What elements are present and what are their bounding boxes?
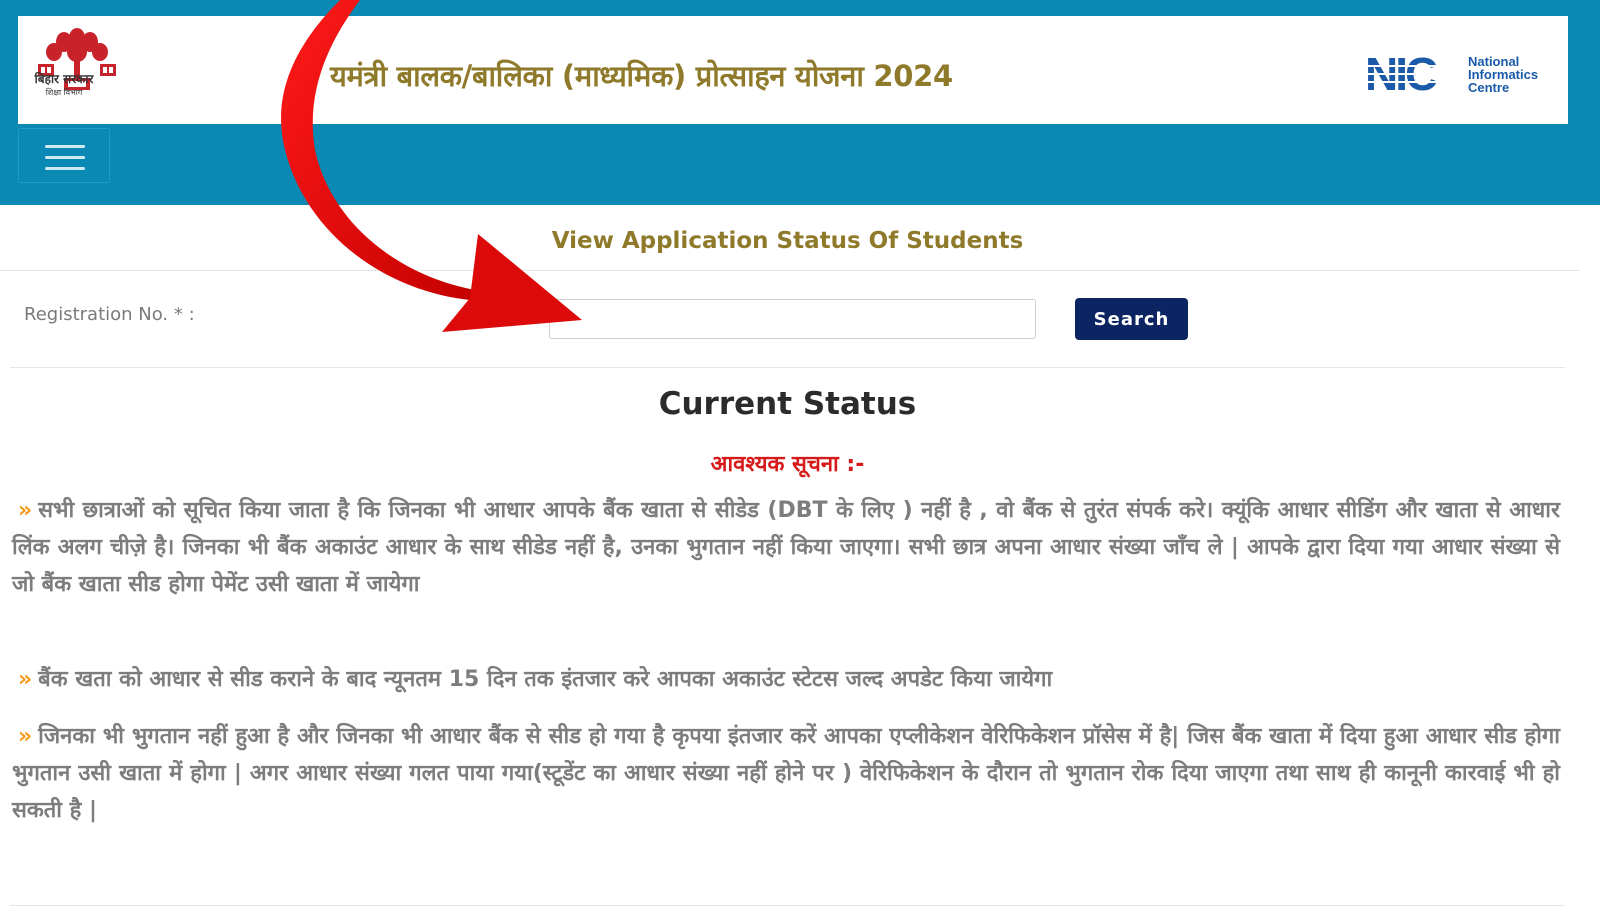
- page-heading: View Application Status Of Students: [551, 228, 1024, 254]
- notice-text: बैंक खता को आधार से सीड कराने के बाद न्य…: [38, 667, 1053, 692]
- app-title: यमंत्री बालक/बालिका (माध्यमिक) प्रोत्साह…: [330, 59, 953, 93]
- hamburger-icon-line: [45, 167, 85, 170]
- notice-title: आवश्यक सूचना :-: [710, 452, 865, 477]
- hamburger-menu-button[interactable]: [18, 128, 110, 183]
- notice-item: ›› बैंक खता को आधार से सीड कराने के बाद न…: [12, 661, 1560, 698]
- logo-caption-main: बिहार सरकार: [34, 72, 94, 86]
- double-chevron-right-icon: ››: [18, 667, 32, 692]
- double-chevron-right-icon: ››: [18, 724, 32, 749]
- nic-name-line3: Centre: [1468, 80, 1509, 95]
- registration-label: Registration No. * :: [24, 304, 195, 325]
- registration-input[interactable]: [549, 299, 1036, 339]
- divider: [10, 905, 1565, 906]
- divider: [10, 367, 1565, 368]
- double-chevron-right-icon: ››: [18, 498, 32, 523]
- notice-text: जिनका भी भुगतान नहीं हुआ है और जिनका भी …: [12, 724, 1560, 823]
- hamburger-icon-line: [45, 156, 85, 159]
- hamburger-icon: [45, 145, 85, 148]
- notice-item: ›› जिनका भी भुगतान नहीं हुआ है और जिनका भ…: [12, 718, 1560, 829]
- logo-caption: बिहार सरकार शिक्षा विभाग: [14, 73, 114, 99]
- notice-text: सभी छात्राओं को सूचित किया जाता है कि जि…: [12, 498, 1560, 597]
- bihar-emblem-logo: [38, 28, 116, 90]
- search-button[interactable]: Search: [1075, 298, 1188, 340]
- divider: [0, 270, 1580, 271]
- notice-item: ›› सभी छात्राओं को सूचित किया जाता है कि …: [12, 492, 1560, 603]
- logo-caption-sub: शिक्षा विभाग: [45, 88, 83, 97]
- nic-logo: NIC National Informatics Centre: [1365, 52, 1538, 96]
- current-status-title: Current Status: [658, 386, 917, 422]
